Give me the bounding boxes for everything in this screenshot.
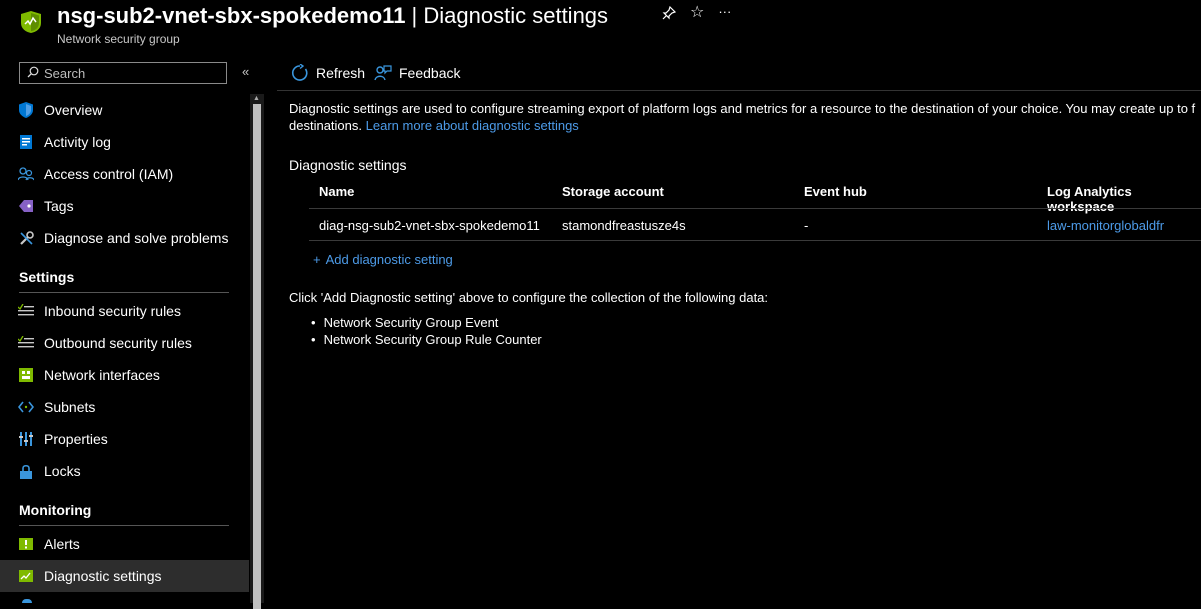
sidebar-item-label: Diagnose and solve problems xyxy=(44,230,229,246)
sidebar-item-label: Tags xyxy=(44,198,74,214)
subnet-icon xyxy=(18,399,34,415)
description-line2: destinations. xyxy=(289,118,362,133)
sidebar-item-access-control[interactable]: Access control (IAM) xyxy=(0,158,249,190)
column-header-storage: Storage account xyxy=(562,184,664,199)
page-title: nsg-sub2-vnet-sbx-spokedemo11 | Diagnost… xyxy=(57,2,608,30)
row-name-cell: diag-nsg-sub2-vnet-sbx-spokedemo11 xyxy=(319,218,540,233)
sidebar-scrollbar[interactable]: ▲ xyxy=(250,94,264,609)
next-item-icon-partial xyxy=(22,599,32,603)
nic-icon xyxy=(18,367,34,383)
feedback-icon xyxy=(374,65,392,81)
sidebar-item-label: Properties xyxy=(44,431,108,447)
sidebar-item-locks[interactable]: Locks xyxy=(0,455,249,487)
sidebar-item-label: Diagnostic settings xyxy=(44,568,162,584)
sidebar-item-label: Overview xyxy=(44,102,103,118)
header-actions: ☆ ··· xyxy=(662,5,731,24)
sidebar-item-diagnose[interactable]: Diagnose and solve problems xyxy=(0,222,249,254)
page-name: Diagnostic settings xyxy=(423,3,609,28)
sidebar-item-label: Access control (IAM) xyxy=(44,166,174,182)
main-content: Diagnostic settings are used to configur… xyxy=(289,100,1201,347)
lock-icon xyxy=(18,463,34,479)
column-header-event-hub: Event hub xyxy=(804,184,867,199)
column-header-name: Name xyxy=(319,184,355,199)
search-input[interactable] xyxy=(44,64,222,82)
description-line1: Diagnostic settings are used to configur… xyxy=(289,101,1196,116)
scroll-up-arrow-icon[interactable]: ▲ xyxy=(253,95,260,102)
star-icon[interactable]: ☆ xyxy=(690,5,704,24)
plus-icon: + xyxy=(313,252,321,267)
add-diagnostic-setting-label: Add diagnostic setting xyxy=(325,252,453,267)
feedback-label: Feedback xyxy=(399,65,461,81)
sidebar-item-inbound-rules[interactable]: Inbound security rules xyxy=(0,295,249,327)
sidebar-item-label: Subnets xyxy=(44,399,96,415)
collapse-sidebar-button[interactable]: « xyxy=(242,64,249,79)
outbound-rules-icon xyxy=(18,335,34,351)
sidebar: « Overview Activity log Access control (… xyxy=(0,58,264,609)
title-separator: | xyxy=(405,3,424,28)
sidebar-item-alerts[interactable]: Alerts xyxy=(0,528,249,560)
refresh-label: Refresh xyxy=(316,65,366,81)
more-icon[interactable]: ··· xyxy=(718,5,731,24)
resource-type-subtitle: Network security group xyxy=(57,32,180,46)
sidebar-item-label: Inbound security rules xyxy=(44,303,181,319)
feedback-button[interactable]: Feedback xyxy=(374,64,460,82)
list-item: Network Security Group Event xyxy=(309,314,542,331)
shield-icon xyxy=(18,102,34,118)
data-items-list: Network Security Group Event Network Sec… xyxy=(309,314,542,348)
sidebar-item-tags[interactable]: Tags xyxy=(0,190,249,222)
column-header-log-analytics: Log Analytics workspace xyxy=(1047,184,1132,214)
sidebar-item-subnets[interactable]: Subnets xyxy=(0,391,249,423)
row-storage-cell: stamondfreastusze4s xyxy=(562,218,686,233)
sidebar-item-label: Locks xyxy=(44,463,81,479)
row-event-hub-cell: - xyxy=(804,218,809,233)
activity-log-icon xyxy=(18,134,34,150)
sidebar-item-label: Alerts xyxy=(44,536,80,552)
sidebar-item-overview[interactable]: Overview xyxy=(0,94,249,126)
section-divider xyxy=(19,292,229,293)
search-box[interactable] xyxy=(19,62,227,84)
sidebar-item-activity-log[interactable]: Activity log xyxy=(0,126,249,158)
row-log-analytics-link[interactable]: law-monitorglobaldfr xyxy=(1047,218,1164,233)
resource-name: nsg-sub2-vnet-sbx-spokedemo11 xyxy=(57,3,406,28)
info-text: Click 'Add Diagnostic setting' above to … xyxy=(289,290,769,305)
inbound-rules-icon xyxy=(18,303,34,319)
list-item: Network Security Group Rule Counter xyxy=(309,331,542,348)
monitoring-section-header: Monitoring xyxy=(19,502,92,518)
sidebar-item-diagnostic-settings[interactable]: Diagnostic settings xyxy=(0,560,249,592)
settings-section-header: Settings xyxy=(19,269,75,285)
command-bar: Refresh Feedback xyxy=(277,58,1201,91)
sidebar-item-label: Outbound security rules xyxy=(44,335,192,351)
people-icon xyxy=(18,166,34,182)
refresh-icon xyxy=(292,64,308,81)
search-icon xyxy=(27,66,39,81)
header-divider xyxy=(309,208,1201,209)
alert-icon xyxy=(18,536,34,552)
wrench-icon xyxy=(18,230,34,246)
pin-icon[interactable] xyxy=(662,5,677,24)
scrollbar-thumb[interactable] xyxy=(253,104,261,609)
add-diagnostic-setting-button[interactable]: + Add diagnostic setting xyxy=(313,252,453,267)
sidebar-item-network-interfaces[interactable]: Network interfaces xyxy=(0,359,249,391)
learn-more-link[interactable]: Learn more about diagnostic settings xyxy=(366,118,579,133)
sidebar-item-label: Network interfaces xyxy=(44,367,160,383)
diagnostic-settings-label: Diagnostic settings xyxy=(289,157,407,173)
properties-icon xyxy=(18,431,34,447)
diagnostic-settings-icon xyxy=(18,568,34,584)
sidebar-item-label: Activity log xyxy=(44,134,111,150)
sidebar-item-properties[interactable]: Properties xyxy=(0,423,249,455)
refresh-button[interactable]: Refresh xyxy=(291,64,365,82)
section-divider xyxy=(19,525,229,526)
nsg-resource-icon xyxy=(20,10,42,34)
description-text: Diagnostic settings are used to configur… xyxy=(289,100,1201,134)
row-divider xyxy=(309,240,1201,241)
sidebar-item-outbound-rules[interactable]: Outbound security rules xyxy=(0,327,249,359)
tag-icon xyxy=(18,198,34,214)
